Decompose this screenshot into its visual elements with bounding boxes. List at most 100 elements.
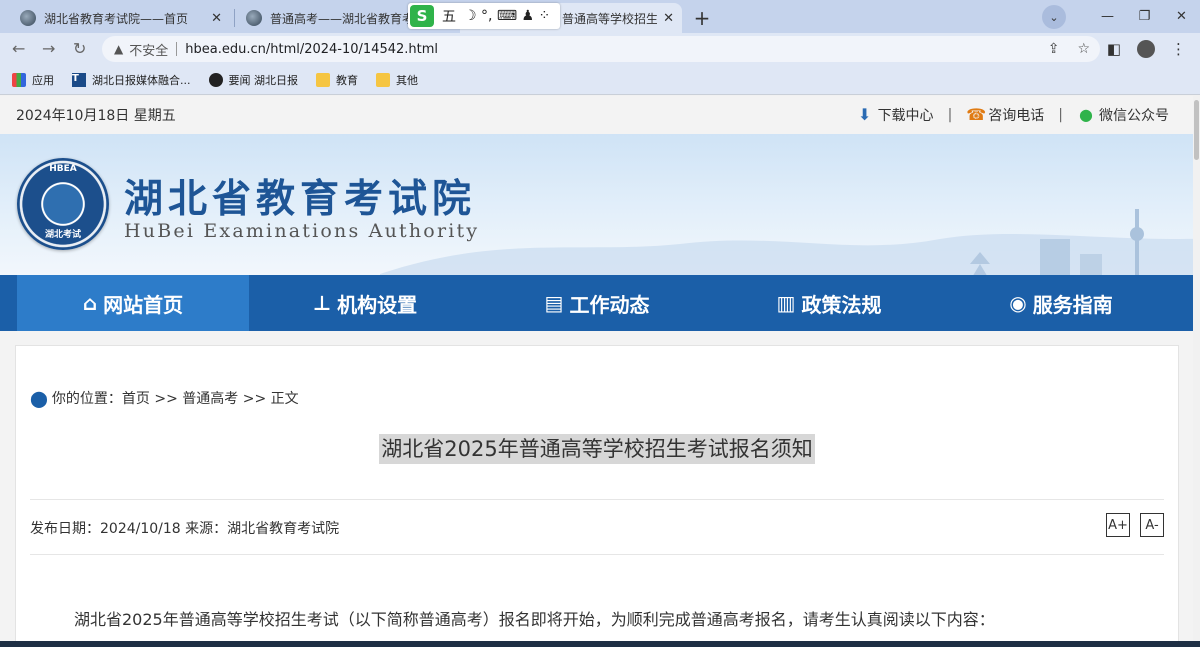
tab-home[interactable]: 湖北省教育考试院——首页 ✕ [12, 3, 230, 33]
security-label[interactable]: 不安全 [129, 40, 168, 59]
close-icon[interactable]: ✕ [663, 11, 674, 26]
ime-mode[interactable]: 五 [442, 6, 456, 26]
top-info-bar: 2024年10月18日 星期五 ⬇ 下载中心 | ☎ 咨询电话 | ● 微信公众号 [0, 96, 1193, 134]
org-chart-icon: ⊥ [312, 291, 332, 315]
divider [30, 499, 1164, 500]
profile-avatar-icon[interactable] [1137, 40, 1155, 58]
scrollbar-thumb[interactable] [1194, 100, 1199, 160]
emblem-text-cn: 湖北考试 [44, 230, 81, 240]
font-size-controls: A+ A- [1106, 513, 1164, 537]
main-nav: ⌂ 网站首页 ⊥ 机构设置 ▤ 工作动态 ▥ 政策法规 ◉ 服务指南 [0, 275, 1193, 331]
bookmark-other[interactable]: 其他 [376, 72, 418, 88]
omnibox-actions: ⇪ ☆ [1048, 41, 1090, 57]
star-icon[interactable]: ☆ [1077, 41, 1090, 57]
divider [30, 554, 1164, 555]
font-decrease-button[interactable]: A- [1140, 513, 1164, 537]
window-close-button[interactable]: ✕ [1163, 9, 1200, 24]
folder-icon [376, 72, 390, 87]
nav-home[interactable]: ⌂ 网站首页 [17, 275, 249, 331]
bookmark-news[interactable]: 要闻 湖北日报 [208, 72, 299, 88]
bookmark-label: 要闻 湖北日报 [228, 73, 299, 87]
browser-window: 湖北省教育考试院——首页 ✕ 普通高考——湖北省教育考试院 普通高等学校招生 ✕… [0, 0, 1200, 647]
article-title-text: 湖北省2025年普通高等学校招生考试报名须知 [379, 434, 815, 464]
tab-title: 湖北省教育考试院——首页 [44, 11, 189, 26]
separator: | [1058, 107, 1063, 123]
article-meta: 发布日期：2024/10/18 来源：湖北省教育考试院 [30, 521, 340, 537]
link-label: 微信公众号 [1099, 108, 1169, 124]
location-pin-icon: ⬤ [30, 388, 48, 408]
bookmark-label: 应用 [32, 73, 54, 87]
brand-title-en: HuBei Examinations Authority [124, 220, 480, 242]
bookmark-label: 其他 [396, 73, 418, 87]
page-scrollbar[interactable] [1193, 96, 1200, 647]
separator: | [947, 107, 953, 123]
book-icon: ▥ [776, 291, 796, 315]
restore-button[interactable]: ❐ [1126, 9, 1163, 24]
browser-toolbar: ← → ↻ ▲ 不安全 hbea.edu.cn/html/2024-10/145… [0, 33, 1200, 65]
side-panel-icon[interactable]: ◧ [1107, 40, 1121, 58]
tab-strip: 湖北省教育考试院——首页 ✕ 普通高考——湖北省教育考试院 普通高等学校招生 ✕… [0, 0, 1200, 33]
bookmark-label: 教育 [336, 73, 358, 87]
divider [176, 42, 178, 56]
tab-title: 普通高等学校招生 [562, 11, 658, 26]
reload-icon[interactable]: ↻ [73, 39, 86, 58]
ime-symbols[interactable]: ☽ °, ⌨ ♟ ⁘ [464, 8, 550, 24]
ime-toolbar[interactable]: S 五 ☽ °, ⌨ ♟ ⁘ [408, 3, 560, 29]
breadcrumb-text[interactable]: 你的位置：首页 >> 普通高考 >> 正文 [52, 388, 299, 408]
nav-organization[interactable]: ⊥ 机构设置 [249, 275, 481, 331]
link-label: 咨询电话 [988, 108, 1045, 124]
toolbar-right: ◧ ⋮ [1107, 40, 1186, 58]
breadcrumb: ⬤ 你的位置：首页 >> 普通高考 >> 正文 [30, 388, 299, 408]
nav-label: 政策法规 [801, 292, 882, 317]
sogou-ime-icon[interactable]: S [410, 5, 434, 27]
bookmark-label: 湖北日报媒体融合... [92, 73, 191, 87]
tab-separator [234, 9, 235, 27]
nav-news[interactable]: ▤ 工作动态 [481, 275, 713, 331]
share-icon[interactable]: ⇪ [1048, 41, 1060, 57]
t-logo-icon: T [72, 72, 86, 87]
nav-label: 网站首页 [103, 292, 184, 317]
compass-icon: ◉ [1009, 291, 1027, 315]
folder-icon [316, 72, 330, 87]
brand-title-cn: 湖北省教育考试院 [124, 176, 477, 222]
hbea-emblem-logo[interactable]: HBEA 湖北考试 [17, 158, 109, 250]
download-center-link[interactable]: ⬇ 下载中心 [856, 105, 934, 125]
article-panel: ⬤ 你的位置：首页 >> 普通高考 >> 正文 湖北省2025年普通高等学校招生… [15, 345, 1179, 647]
tab-search-dropdown-icon[interactable]: ⌄ [1042, 5, 1066, 29]
skyline-illustration [380, 209, 1193, 275]
apps-grid-icon [12, 72, 26, 87]
warning-icon[interactable]: ▲ [114, 42, 123, 56]
current-date: 2024年10月18日 星期五 [16, 108, 176, 124]
web-page: 2024年10月18日 星期五 ⬇ 下载中心 | ☎ 咨询电话 | ● 微信公众号 H… [0, 96, 1193, 647]
nav-label: 服务指南 [1032, 292, 1113, 317]
font-increase-button[interactable]: A+ [1106, 513, 1130, 537]
bookmark-apps[interactable]: 应用 [12, 72, 54, 88]
wechat-link[interactable]: ● 微信公众号 [1077, 105, 1169, 125]
forward-arrow-icon[interactable]: → [42, 39, 55, 58]
menu-kebab-icon[interactable]: ⋮ [1171, 40, 1186, 58]
nav-label: 机构设置 [337, 292, 418, 317]
hotline-link[interactable]: ☎ 咨询电话 [966, 105, 1044, 125]
site-favicon-icon [246, 10, 262, 26]
new-tab-button[interactable]: + [689, 6, 715, 30]
link-label: 下载中心 [877, 108, 934, 124]
os-taskbar [0, 641, 1200, 647]
site-favicon-icon [20, 10, 36, 26]
nav-label: 工作动态 [569, 292, 650, 317]
back-arrow-icon[interactable]: ← [12, 39, 25, 58]
document-icon: ▤ [544, 291, 564, 315]
close-icon[interactable]: ✕ [211, 11, 222, 26]
nav-policy[interactable]: ▥ 政策法规 [713, 275, 945, 331]
bookmark-hubei-daily[interactable]: T 湖北日报媒体融合... [72, 72, 191, 88]
emblem-text-en: HBEA [49, 164, 77, 174]
url-text[interactable]: hbea.edu.cn/html/2024-10/14542.html [185, 42, 438, 57]
minimize-button[interactable]: — [1089, 9, 1126, 24]
download-icon: ⬇ [857, 105, 872, 124]
nav-service[interactable]: ◉ 服务指南 [945, 275, 1177, 331]
site-banner: HBEA 湖北考试 湖北省教育考试院 HuBei Examinations Au… [0, 134, 1193, 275]
article-paragraph: 湖北省2025年普通高等学校招生考试（以下简称普通高考）报名即将开始，为顺利完成… [74, 610, 995, 629]
bookmarks-bar: 应用 T 湖北日报媒体融合... 要闻 湖北日报 教育 其他 [0, 65, 1200, 95]
bookmark-education[interactable]: 教育 [316, 72, 358, 88]
window-controls: — ❐ ✕ [1089, 0, 1200, 33]
address-bar[interactable]: ▲ 不安全 hbea.edu.cn/html/2024-10/14542.htm… [102, 36, 1100, 62]
